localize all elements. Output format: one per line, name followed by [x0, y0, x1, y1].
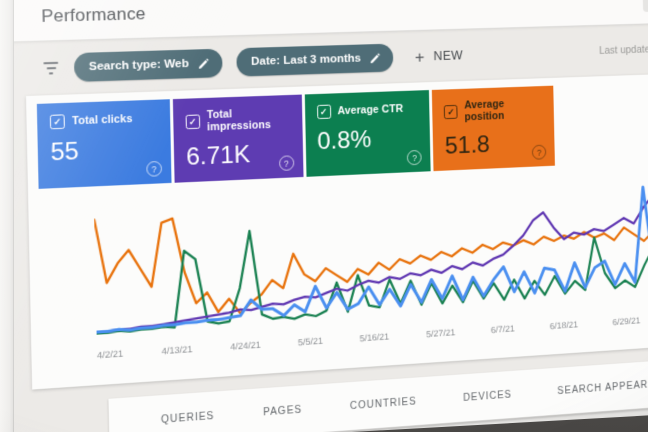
x-tick-label: 6/7/21 — [490, 323, 515, 336]
app-window: Performance Search type: Web Date: Last … — [0, 0, 648, 432]
x-tick-label: 5/16/21 — [359, 331, 390, 344]
checkbox-checked-icon[interactable]: ✓ — [444, 104, 458, 120]
x-tick-label: 4/24/21 — [230, 339, 262, 352]
checkbox-checked-icon[interactable]: ✓ — [185, 114, 200, 130]
export-button[interactable] — [642, 0, 648, 12]
tab-pages[interactable]: PAGES — [239, 402, 326, 419]
metric-value: 6.71K — [185, 140, 251, 172]
metric-value: 51.8 — [444, 131, 491, 160]
tab-queries[interactable]: QUERIES — [136, 409, 239, 428]
metric-card-total-impressions[interactable]: ✓ Total impressions 6.71K ? — [172, 94, 304, 183]
help-icon[interactable]: ? — [145, 160, 162, 177]
help-icon[interactable]: ? — [407, 149, 422, 166]
metric-label: Average CTR — [337, 102, 404, 118]
search-console-performance-screenshot: Performance Search type: Web Date: Last … — [0, 0, 648, 432]
screen-left-bezel — [0, 0, 14, 432]
metric-label: Average position — [464, 98, 505, 124]
help-icon[interactable]: ? — [531, 144, 547, 160]
x-tick-label: 5/5/21 — [298, 335, 324, 348]
x-tick-label: 4/2/21 — [96, 348, 124, 361]
plus-icon: + — [414, 47, 426, 67]
checkbox-checked-icon[interactable]: ✓ — [49, 114, 65, 130]
metric-label: Total impressions — [206, 108, 272, 134]
metric-value: 55 — [50, 137, 80, 167]
x-tick-label: 4/13/21 — [161, 343, 193, 357]
performance-chart[interactable]: 4/2/21 4/13/21 4/24/21 5/5/21 5/16/21 5/27/21… — [94, 174, 648, 361]
edit-pencil-icon — [370, 52, 381, 63]
line-chart[interactable] — [94, 174, 648, 339]
metric-card-average-position[interactable]: ✓ Average position 51.8 ? — [432, 85, 555, 172]
metric-label: Total clicks — [72, 112, 133, 128]
tab-devices[interactable]: DEVICES — [440, 387, 535, 405]
edit-pencil-icon — [198, 57, 210, 69]
search-type-chip[interactable]: Search type: Web — [73, 48, 223, 82]
metric-card-average-ctr[interactable]: ✓ Average CTR 0.8% ? — [304, 90, 431, 177]
filter-list-icon[interactable] — [42, 61, 59, 75]
date-range-chip[interactable]: Date: Last 3 months — [236, 43, 394, 77]
x-tick-label: 6/29/21 — [612, 315, 641, 328]
checkbox-checked-icon[interactable]: ✓ — [316, 104, 331, 120]
metric-card-total-clicks[interactable]: ✓ Total clicks 55 ? — [36, 99, 172, 189]
x-tick-label: 5/27/21 — [425, 327, 456, 340]
help-icon[interactable]: ? — [278, 155, 294, 172]
x-tick-label: 6/18/21 — [549, 319, 578, 332]
metric-value: 0.8% — [316, 126, 372, 156]
date-range-chip-label: Date: Last 3 months — [250, 52, 362, 69]
page-title: Performance — [41, 3, 146, 27]
tab-countries[interactable]: COUNTRIES — [326, 394, 440, 413]
new-filter-label: NEW — [433, 48, 464, 64]
tab-search-appearance[interactable]: SEARCH APPEARANCE — [535, 375, 648, 398]
metric-cards: ✓ Total clicks 55 ? ✓ Total impressions … — [36, 85, 555, 189]
last-updated-text: Last updated: 5 hour — [598, 42, 648, 57]
performance-panel: ✓ Total clicks 55 ? ✓ Total impressions … — [26, 72, 648, 390]
new-filter-button[interactable]: + NEW — [414, 47, 464, 67]
search-type-chip-label: Search type: Web — [88, 57, 190, 74]
